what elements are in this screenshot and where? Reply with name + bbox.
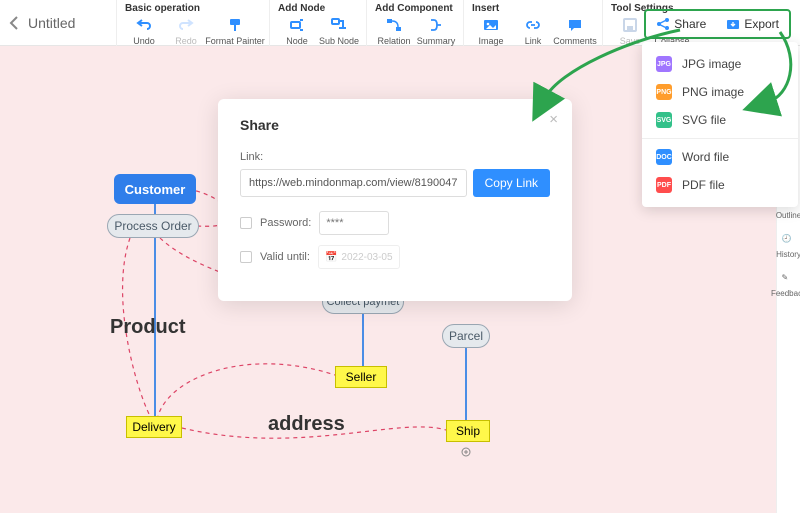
valid-until-checkbox[interactable]	[240, 251, 252, 263]
format-painter-button[interactable]: Format Painter	[209, 16, 261, 46]
rail-history[interactable]: 🕘History	[777, 234, 800, 259]
share-button[interactable]: Share	[648, 13, 714, 35]
password-input[interactable]	[319, 211, 389, 235]
node-seller[interactable]: Seller	[335, 366, 387, 388]
node-ship[interactable]: Ship	[446, 420, 490, 442]
sub-node-icon	[330, 16, 348, 34]
undo-button[interactable]: Undo	[125, 16, 163, 46]
node-parcel[interactable]: Parcel	[442, 324, 490, 348]
password-checkbox[interactable]	[240, 217, 252, 229]
feedback-icon: ✎	[782, 273, 796, 287]
history-icon: 🕘	[782, 234, 796, 248]
export-word[interactable]: DOCWord file	[642, 143, 798, 171]
link-label: Link:	[240, 151, 550, 163]
group-basic-operation: Basic operation Undo Redo Format Painter	[116, 0, 269, 48]
share-dialog: × Share Link: Copy Link Password: Valid …	[218, 99, 572, 301]
node-process-order[interactable]: Process Order	[107, 214, 199, 238]
group-add-component: Add Component Relation Summary	[366, 0, 463, 48]
save-icon	[621, 16, 639, 34]
password-label: Password:	[260, 217, 311, 229]
comments-icon	[566, 16, 584, 34]
redo-icon	[177, 16, 195, 34]
export-png[interactable]: PNGPNG image	[642, 78, 798, 106]
export-svg[interactable]: SVGSVG file	[642, 106, 798, 134]
export-menu: JPGJPG image PNGPNG image SVGSVG file DO…	[642, 42, 798, 207]
share-link-input[interactable]	[240, 169, 467, 197]
redo-button[interactable]: Redo	[167, 16, 205, 46]
valid-until-input[interactable]: 📅 2022-03-05	[318, 245, 400, 269]
group-insert: Insert Image Link Comments	[463, 0, 602, 48]
node-delivery[interactable]: Delivery	[126, 416, 182, 438]
comments-button[interactable]: Comments	[556, 16, 594, 46]
summary-icon	[427, 16, 445, 34]
label-product: Product	[110, 316, 186, 339]
document-title[interactable]: Untitled	[28, 0, 116, 46]
image-icon	[482, 16, 500, 34]
sub-node-button[interactable]: Sub Node	[320, 16, 358, 46]
node-customer[interactable]: Customer	[114, 174, 196, 204]
pdf-file-icon: PDF	[656, 177, 672, 193]
link-icon	[524, 16, 542, 34]
png-file-icon: PNG	[656, 84, 672, 100]
format-painter-icon	[226, 16, 244, 34]
menu-divider	[642, 138, 798, 139]
label-address: address	[268, 413, 345, 436]
word-file-icon: DOC	[656, 149, 672, 165]
export-button[interactable]: Export	[718, 13, 787, 35]
export-jpg[interactable]: JPGJPG image	[642, 50, 798, 78]
export-pdf[interactable]: PDFPDF file	[642, 171, 798, 199]
export-icon	[726, 17, 740, 31]
image-button[interactable]: Image	[472, 16, 510, 46]
link-button[interactable]: Link	[514, 16, 552, 46]
node-icon	[288, 16, 306, 34]
jpg-file-icon: JPG	[656, 56, 672, 72]
share-dialog-title: Share	[240, 117, 550, 133]
svg-file-icon: SVG	[656, 112, 672, 128]
group-add-node: Add Node Node Sub Node	[269, 0, 366, 48]
copy-link-button[interactable]: Copy Link	[473, 169, 550, 197]
relation-button[interactable]: Relation	[375, 16, 413, 46]
rail-feedback[interactable]: ✎Feedback	[777, 273, 800, 298]
relation-icon	[385, 16, 403, 34]
share-export-group: Share Export	[644, 9, 791, 39]
node-button[interactable]: Node	[278, 16, 316, 46]
close-icon[interactable]: ×	[549, 111, 558, 128]
share-icon	[656, 17, 670, 31]
summary-button[interactable]: Summary	[417, 16, 455, 46]
back-button[interactable]	[0, 0, 28, 46]
calendar-icon: 📅	[325, 252, 337, 263]
undo-icon	[135, 16, 153, 34]
valid-until-label: Valid until:	[260, 251, 310, 263]
